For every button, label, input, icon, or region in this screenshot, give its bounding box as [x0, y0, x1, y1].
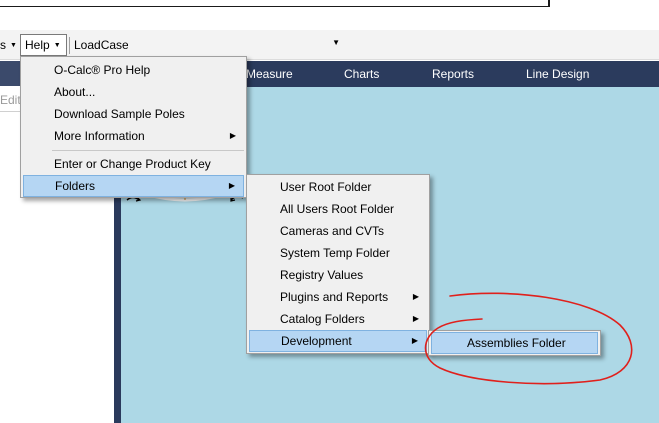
menu-item-about[interactable]: About... — [23, 81, 244, 103]
folders-submenu: User Root Folder All Users Root Folder C… — [246, 174, 430, 354]
submenu-arrow-icon: ▶ — [411, 336, 418, 345]
menu-item-label: User Root Folder — [280, 180, 372, 194]
menu-item-development[interactable]: Development ▶ — [249, 330, 427, 352]
toolbar-separator — [69, 37, 70, 54]
menu-item-label: All Users Root Folder — [280, 202, 395, 216]
menu-item-cameras-and-cvts[interactable]: Cameras and CVTs — [249, 220, 427, 242]
menu-item-system-temp-folder[interactable]: System Temp Folder — [249, 242, 427, 264]
tab-measure[interactable]: Measure — [246, 67, 293, 81]
menu-item-label: About... — [54, 85, 96, 99]
chevron-down-icon: ▼ — [10, 41, 17, 49]
title-strip — [0, 0, 659, 30]
menu-item-label: Enter or Change Product Key — [54, 157, 211, 171]
help-menu-button[interactable]: Help ▼ — [20, 34, 67, 56]
loadcase-select[interactable]: ▼ — [128, 36, 342, 54]
menu-item-label: Registry Values — [280, 268, 364, 282]
submenu-arrow-icon: ▶ — [229, 131, 236, 140]
menu-item-product-key[interactable]: Enter or Change Product Key — [23, 153, 244, 175]
menu-item-registry-values[interactable]: Registry Values — [249, 264, 427, 286]
menu-item-label: O-Calc® Pro Help — [54, 63, 151, 77]
menu-item-catalog-folders[interactable]: Catalog Folders ▶ — [249, 308, 427, 330]
strip-tick — [548, 0, 550, 7]
menu-separator — [52, 150, 244, 151]
menu-item-folders[interactable]: Folders ▶ — [23, 175, 244, 197]
submenu-arrow-icon: ▶ — [228, 181, 235, 190]
menu-item-more-information[interactable]: More Information ▶ — [23, 125, 244, 147]
tab-reports[interactable]: Reports — [432, 67, 474, 81]
menu-item-label: System Temp Folder — [280, 246, 390, 260]
chevron-down-icon: ▼ — [332, 38, 340, 47]
menu-item-label: Plugins and Reports — [280, 290, 389, 304]
tab-charts[interactable]: Charts — [344, 67, 379, 81]
menu-item-label: Development — [281, 334, 352, 348]
previous-menu-label: s — [0, 38, 6, 52]
edit-label: Edit — [0, 93, 21, 107]
chevron-down-icon: ▼ — [53, 41, 61, 49]
strip-line — [0, 6, 550, 7]
menu-item-plugins-and-reports[interactable]: Plugins and Reports ▶ — [249, 286, 427, 308]
menu-item-user-root-folder[interactable]: User Root Folder — [249, 176, 427, 198]
submenu-arrow-icon: ▶ — [412, 314, 419, 323]
menu-item-label: Cameras and CVTs — [280, 224, 385, 238]
menu-item-label: Download Sample Poles — [54, 107, 185, 121]
submenu-arrow-icon: ▶ — [412, 292, 419, 301]
menu-item-download-sample-poles[interactable]: Download Sample Poles — [23, 103, 244, 125]
tab-line-design[interactable]: Line Design — [526, 67, 589, 81]
menu-item-label: More Information — [54, 129, 145, 143]
menu-item-label: Catalog Folders — [280, 312, 365, 326]
annotation-stroke — [424, 292, 633, 385]
previous-menu[interactable]: s ▼ — [0, 35, 17, 55]
menu-item-all-users-root-folder[interactable]: All Users Root Folder — [249, 198, 427, 220]
menu-item-label: Folders — [55, 179, 96, 193]
red-circle-annotation — [424, 292, 633, 385]
help-dropdown-menu: O-Calc® Pro Help About... Download Sampl… — [20, 56, 247, 198]
help-menu-label: Help — [25, 38, 50, 52]
menu-item-ocalc-help[interactable]: O-Calc® Pro Help — [23, 59, 244, 81]
loadcase-label: LoadCase: — [74, 38, 133, 52]
